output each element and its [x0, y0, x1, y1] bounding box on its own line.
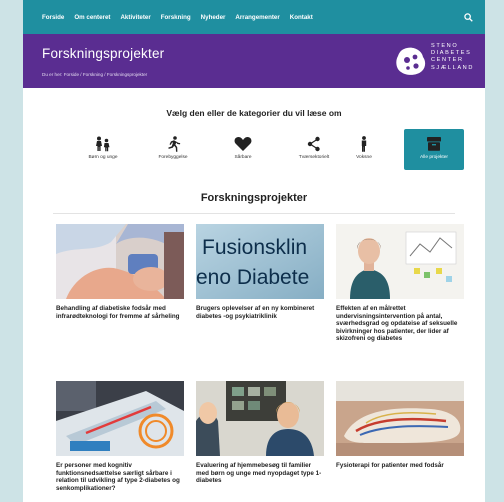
project-image-medical-supplies[interactable]: [56, 381, 184, 456]
sign-text-line-2: eno Diabete: [196, 266, 309, 289]
category-voksne[interactable]: Voksne: [334, 129, 394, 170]
search-icon[interactable]: [464, 13, 473, 22]
category-alle-projekter[interactable]: Alle projekter: [404, 129, 464, 170]
project-image-foot-treatment[interactable]: [56, 224, 184, 299]
projects-heading: Forskningsprojekter: [200, 192, 308, 204]
nav-item-aktiviteter[interactable]: Aktiviteter: [120, 14, 150, 21]
archive-box-icon: [427, 137, 441, 151]
adult-person-icon: [361, 136, 367, 152]
steno-logo-mark-icon: [396, 47, 426, 75]
steno-logo[interactable]: STENO DIABETES CENTER SJÆLLAND: [395, 39, 481, 83]
nav-item-kontakt[interactable]: Kontakt: [290, 14, 313, 21]
section-divider: [53, 213, 455, 214]
page-title: Forskningsprojekter: [42, 46, 165, 61]
project-image-clinic-sign[interactable]: Fusionsklin eno Diabete: [196, 224, 324, 299]
top-navigation: Forside Om centeret Aktiviteter Forsknin…: [23, 0, 485, 34]
project-image-foot-anatomy-model[interactable]: [336, 381, 464, 456]
nav-item-nyheder[interactable]: Nyheder: [201, 14, 226, 21]
children-icon: [96, 136, 110, 152]
project-title[interactable]: Evaluering af hjemmebesøg til familier m…: [196, 462, 324, 485]
project-image-researcher-portrait[interactable]: [336, 224, 464, 299]
running-person-icon: [168, 136, 181, 152]
page: Forside Om centeret Aktiviteter Forsknin…: [23, 0, 485, 502]
category-born-og-unge[interactable]: Børn og unge: [73, 129, 133, 170]
nav-item-om-centeret[interactable]: Om centeret: [74, 14, 110, 21]
nav-item-forside[interactable]: Forside: [42, 14, 64, 21]
project-title[interactable]: Fysioterapi for patienter med fodsår: [336, 462, 464, 470]
logo-wordmark: STENO DIABETES CENTER SJÆLLAND: [431, 43, 474, 71]
nav-item-arrangementer[interactable]: Arrangementer: [235, 14, 279, 21]
category-sarbare[interactable]: Sårbare: [213, 129, 273, 170]
heart-icon: [234, 137, 252, 151]
project-title[interactable]: Brugers oplevelser af en ny kombineret d…: [196, 305, 324, 320]
project-title[interactable]: Er personer med kognitiv funktionsnedsæt…: [56, 462, 184, 492]
category-heading: Vælg den eller de kategorier du vil læse…: [166, 108, 342, 118]
project-title[interactable]: Effekten af en målrettet undervisningsin…: [336, 305, 464, 343]
share-nodes-icon: [307, 136, 320, 152]
breadcrumb[interactable]: Du er her: Forside / Forskning / Forskni…: [42, 72, 147, 77]
page-banner: Forskningsprojekter Du er her: Forside /…: [23, 34, 485, 88]
project-title[interactable]: Behandling af diabetiske fodsår med infr…: [56, 305, 184, 320]
project-image-home-visit[interactable]: [196, 381, 324, 456]
category-forebyggelse[interactable]: Forebyggelse: [143, 129, 203, 170]
sign-text-line-1: Fusionsklin: [202, 236, 307, 259]
nav-item-forskning[interactable]: Forskning: [161, 14, 191, 21]
